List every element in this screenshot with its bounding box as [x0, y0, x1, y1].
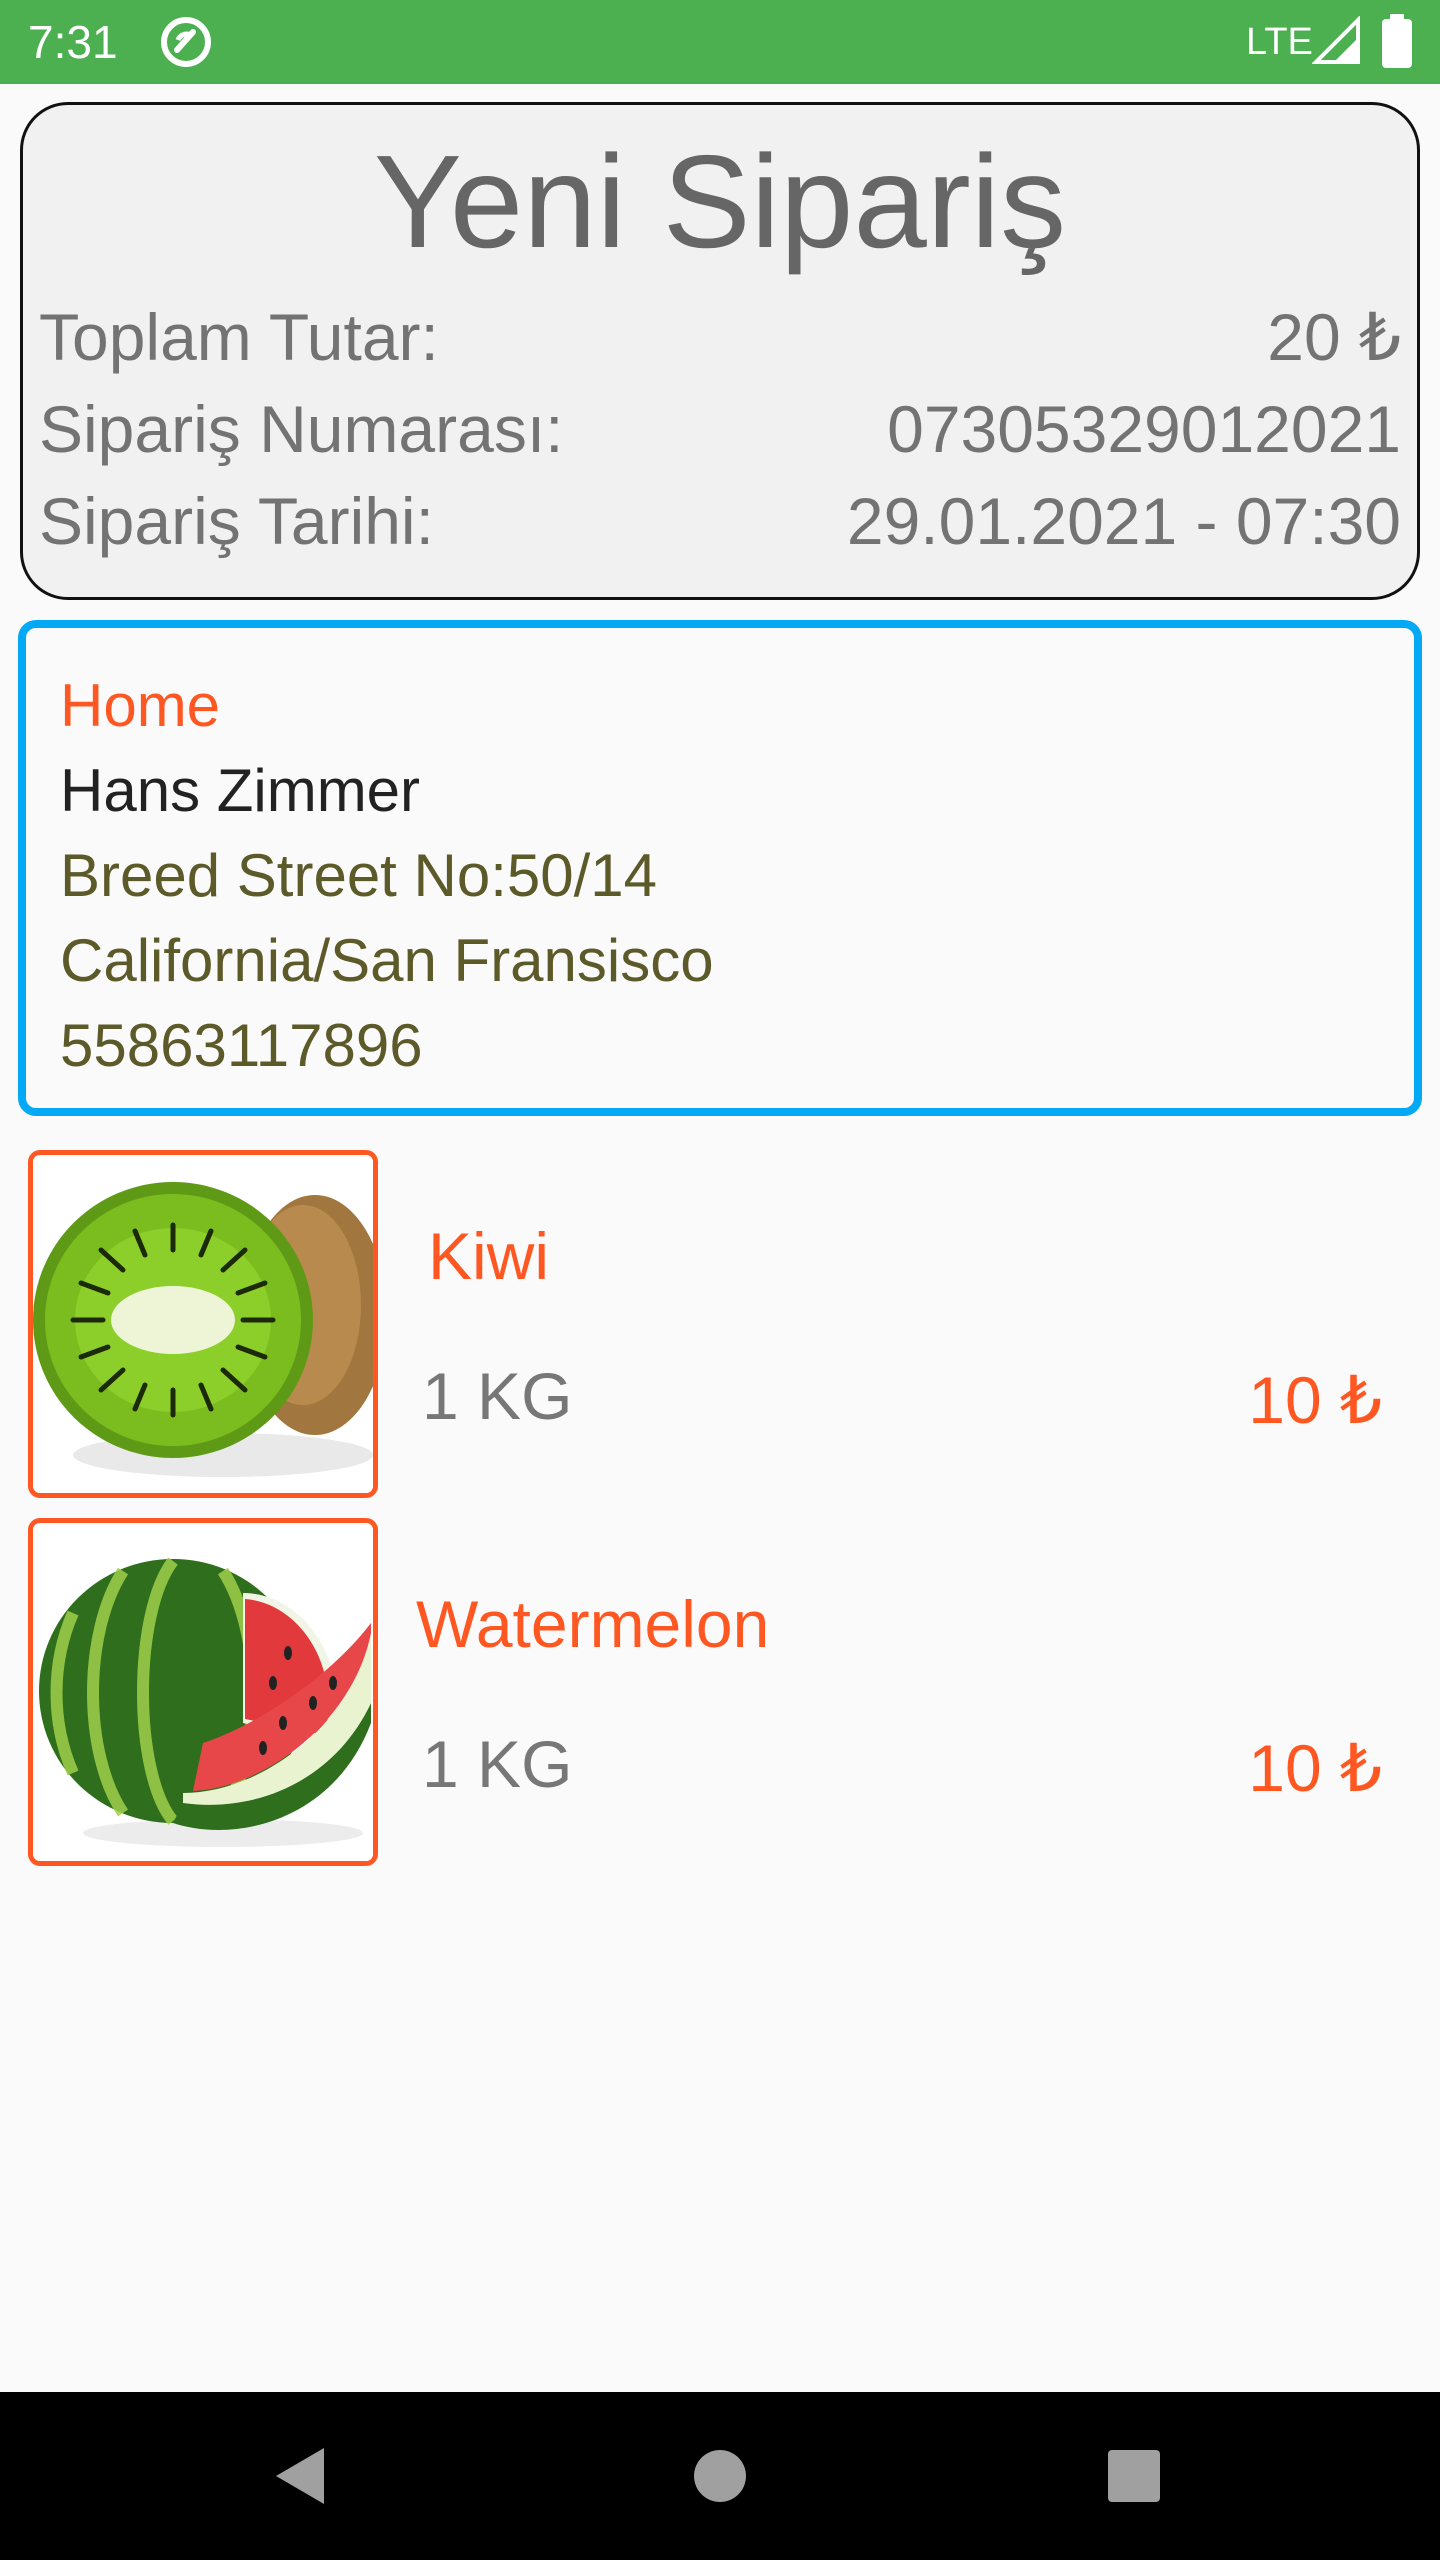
- product-price: 10 ₺: [1248, 1363, 1382, 1437]
- order-date-value: 29.01.2021 - 07:30: [846, 484, 1401, 558]
- recents-icon[interactable]: [1094, 2436, 1174, 2516]
- kiwi-image: [28, 1150, 378, 1498]
- total-amount-row: Toplam Tutar: 20 ₺: [39, 297, 1401, 377]
- network-type-label: LTE: [1246, 21, 1313, 63]
- total-amount-value: 20 ₺: [1267, 300, 1401, 374]
- product-price: 10 ₺: [1248, 1731, 1382, 1805]
- order-number-label: Sipariş Numarası:: [39, 392, 564, 466]
- notification-app-icon: [161, 17, 211, 67]
- delivery-address-card[interactable]: Home Hans Zimmer Breed Street No:50/14 C…: [18, 620, 1422, 1116]
- order-number-row: Sipariş Numarası: 07305329012021: [39, 389, 1401, 469]
- back-icon[interactable]: [260, 2436, 340, 2516]
- product-quantity: 1 KG: [422, 1359, 573, 1433]
- watermelon-image: [28, 1518, 378, 1866]
- signal-icon: [1312, 16, 1360, 64]
- address-phone: 55863117896: [60, 1012, 423, 1079]
- product-quantity: 1 KG: [422, 1727, 573, 1801]
- address-title: Home: [60, 672, 221, 739]
- home-icon[interactable]: [680, 2436, 760, 2516]
- address-recipient-name: Hans Zimmer: [60, 757, 421, 824]
- order-date-label: Sipariş Tarihi:: [39, 484, 434, 558]
- system-navigation-bar: [0, 2392, 1440, 2560]
- page-title: Yeni Sipariş: [373, 128, 1067, 275]
- product-name: Watermelon: [416, 1587, 770, 1661]
- kiwi-icon: [33, 1155, 373, 1493]
- order-number-value: 07305329012021: [887, 392, 1401, 466]
- status-time: 7:31: [28, 16, 118, 68]
- product-name: Kiwi: [428, 1219, 550, 1293]
- order-date-row: Sipariş Tarihi: 29.01.2021 - 07:30: [39, 481, 1401, 561]
- status-bar: 7:31 LTE: [0, 0, 1440, 84]
- total-amount-label: Toplam Tutar:: [39, 300, 439, 374]
- address-city: California/San Fransisco: [60, 927, 714, 994]
- address-street: Breed Street No:50/14: [60, 842, 658, 909]
- watermelon-icon: [33, 1523, 373, 1861]
- order-summary-card: Yeni Sipariş Toplam Tutar: 20 ₺ Sipariş …: [20, 102, 1420, 600]
- battery-icon: [1382, 14, 1412, 68]
